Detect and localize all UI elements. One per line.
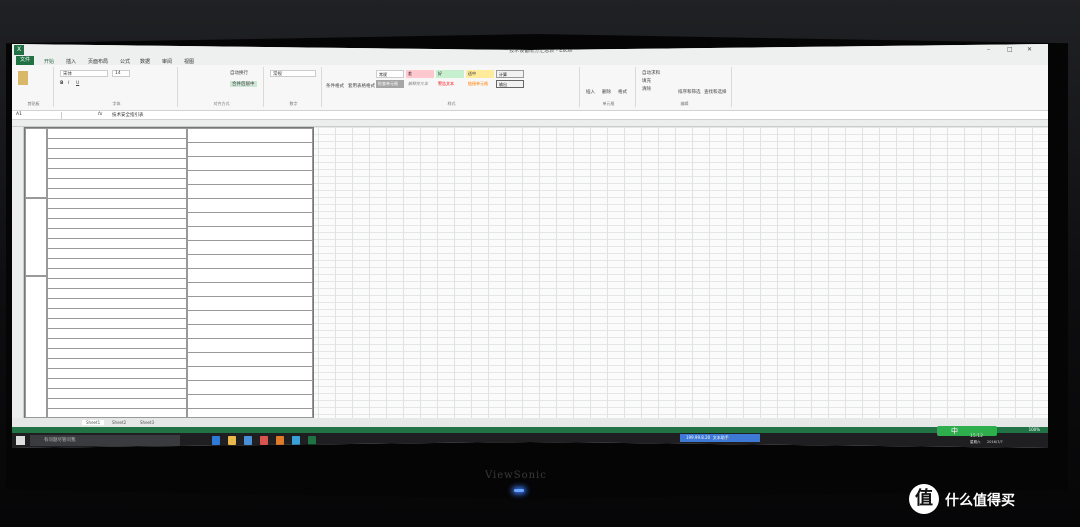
font-caption: 字体 (112, 101, 121, 106)
table-content[interactable] (24, 127, 314, 418)
tab-page-layout[interactable]: 页面布局 (88, 58, 108, 65)
clock-weekday: 星期六 (970, 440, 981, 444)
paste-icon[interactable] (18, 71, 28, 85)
clipboard-caption: 剪贴板 (27, 101, 40, 106)
category-cell[interactable] (25, 276, 47, 418)
cells-caption: 单元格 (602, 101, 615, 106)
ribbon-tabs: 文件 开始 插入 页面布局 公式 数据 审阅 视图 (12, 56, 1048, 65)
autosum-button[interactable]: 自动求和 (642, 70, 660, 76)
styles-caption: 样式 (447, 101, 456, 106)
number-group: 常规 数字 (266, 67, 322, 107)
styles-group: 条件格式 套用表格格式 常规 差 好 适中 计算 检查单元格 解释性文本 警告文… (324, 67, 580, 107)
clear-button[interactable]: 清除 (642, 86, 651, 92)
alignment-group: 自动换行 合并后居中 对齐方式 (180, 67, 264, 107)
underline-button[interactable]: U (76, 81, 79, 86)
excel-logo-icon: X (14, 45, 24, 55)
minimize-button[interactable]: – (987, 46, 990, 53)
sort-filter-button[interactable]: 排序和筛选 (678, 89, 701, 95)
power-led (514, 489, 524, 492)
tab-formulas[interactable]: 公式 (120, 58, 130, 65)
clock-time[interactable]: 15:12 (970, 434, 983, 439)
find-select-button[interactable]: 查找和选择 (704, 89, 727, 95)
insert-cells-button[interactable]: 插入 (586, 89, 595, 95)
font-size-select[interactable]: 14 (112, 70, 130, 77)
fx-icon[interactable]: fx (98, 112, 102, 117)
cells-group: 插入 删除 格式 单元格 (582, 67, 636, 107)
number-format-select[interactable]: 常规 (270, 70, 316, 77)
watermark-badge: 值 (909, 484, 939, 514)
column-headers (12, 120, 1048, 127)
zoom-level[interactable]: 100% (1029, 427, 1040, 432)
style-warning[interactable]: 警告文本 (436, 80, 464, 88)
style-neutral[interactable]: 适中 (466, 70, 494, 78)
edge-icon[interactable] (212, 436, 220, 445)
style-normal[interactable]: 常规 (376, 70, 404, 78)
style-bad[interactable]: 差 (406, 70, 434, 78)
store-icon[interactable] (244, 436, 252, 445)
tab-file[interactable]: 文件 (16, 56, 34, 65)
font-name-select[interactable]: 宋体 (60, 70, 108, 77)
wrap-text-button[interactable]: 自动换行 (230, 70, 248, 76)
sheet-tab-1[interactable]: Sheet1 (82, 420, 105, 425)
watermark-text: 什么值得买 (945, 493, 1015, 509)
excel-taskbar-icon[interactable] (308, 436, 316, 445)
notes-column[interactable] (187, 128, 313, 418)
maximize-button[interactable]: □ (1007, 46, 1013, 53)
browser-icon[interactable] (260, 436, 268, 445)
editing-caption: 编辑 (680, 101, 689, 106)
clipboard-group: 剪贴板 (14, 67, 54, 107)
style-output[interactable]: 输出 (496, 80, 524, 88)
ribbon: 剪贴板 宋体 14 B I U 字体 自动换行 合并后居中 对齐方式 常规 数字… (12, 65, 1048, 111)
tab-review[interactable]: 审阅 (162, 58, 172, 65)
editing-group: 自动求和 填充 清除 排序和筛选 查找和选择 编辑 (638, 67, 732, 107)
style-explanatory[interactable]: 解释性文本 (406, 80, 434, 88)
tab-home[interactable]: 开始 (44, 58, 54, 65)
name-box[interactable]: A1 (16, 112, 62, 119)
formula-input[interactable]: 技术安全指引表 (112, 112, 144, 118)
sheet-tab-3[interactable]: Sheet3 (140, 420, 154, 425)
sheet-tab-2[interactable]: Sheet2 (112, 420, 126, 425)
conditional-format-button[interactable]: 条件格式 (326, 83, 344, 89)
row-headers (12, 127, 24, 418)
fill-button[interactable]: 填充 (642, 78, 651, 84)
windows-start-icon[interactable] (16, 436, 25, 445)
ime-label: 中 (951, 427, 958, 435)
description-column[interactable] (47, 128, 187, 418)
italic-button[interactable]: I (68, 81, 69, 86)
notification-bar[interactable]: 199.99.8.20 文本助手 (680, 434, 760, 442)
table-format-button[interactable]: 套用表格格式 (348, 83, 375, 89)
bold-button[interactable]: B (60, 81, 63, 86)
tab-view[interactable]: 视图 (184, 58, 194, 65)
screen: X 技术设备限分汇总表 - Excel – □ ✕ 文件 开始 插入 页面布局 … (12, 44, 1048, 448)
merge-center-button[interactable]: 合并后居中 (230, 81, 257, 87)
number-caption: 数字 (289, 101, 298, 106)
style-check-cell[interactable]: 检查单元格 (376, 80, 404, 88)
folder-icon[interactable] (228, 436, 236, 445)
style-calculation[interactable]: 计算 (496, 70, 524, 78)
firefox-icon[interactable] (276, 436, 284, 445)
style-linked-cell[interactable]: 链接单元格 (466, 80, 494, 88)
tab-insert[interactable]: 插入 (66, 58, 76, 65)
tab-data[interactable]: 数据 (140, 58, 150, 65)
clock-date: 2016/7/7 (987, 440, 1003, 444)
app-icon[interactable] (292, 436, 300, 445)
search-box[interactable]: 有问题尽管问我 (30, 435, 180, 446)
category-cell[interactable] (25, 198, 47, 276)
notification-left: 199.99.8.20 (686, 435, 711, 440)
format-cells-button[interactable]: 格式 (618, 89, 627, 95)
formula-bar: A1 fx 技术安全指引表 (12, 111, 1048, 120)
delete-cells-button[interactable]: 删除 (602, 89, 611, 95)
category-cell[interactable] (25, 128, 47, 198)
font-group: 宋体 14 B I U 字体 (56, 67, 178, 107)
close-button[interactable]: ✕ (1027, 46, 1032, 53)
alignment-caption: 对齐方式 (213, 101, 230, 106)
sheet-tab-bar: Sheet1 Sheet2 Sheet3 (12, 418, 1048, 427)
ime-toolbar[interactable]: 中 (937, 426, 997, 436)
style-good[interactable]: 好 (436, 70, 464, 78)
monitor-brand-logo: ViewSonic (485, 470, 547, 481)
notification-right: 文本助手 (712, 435, 729, 440)
